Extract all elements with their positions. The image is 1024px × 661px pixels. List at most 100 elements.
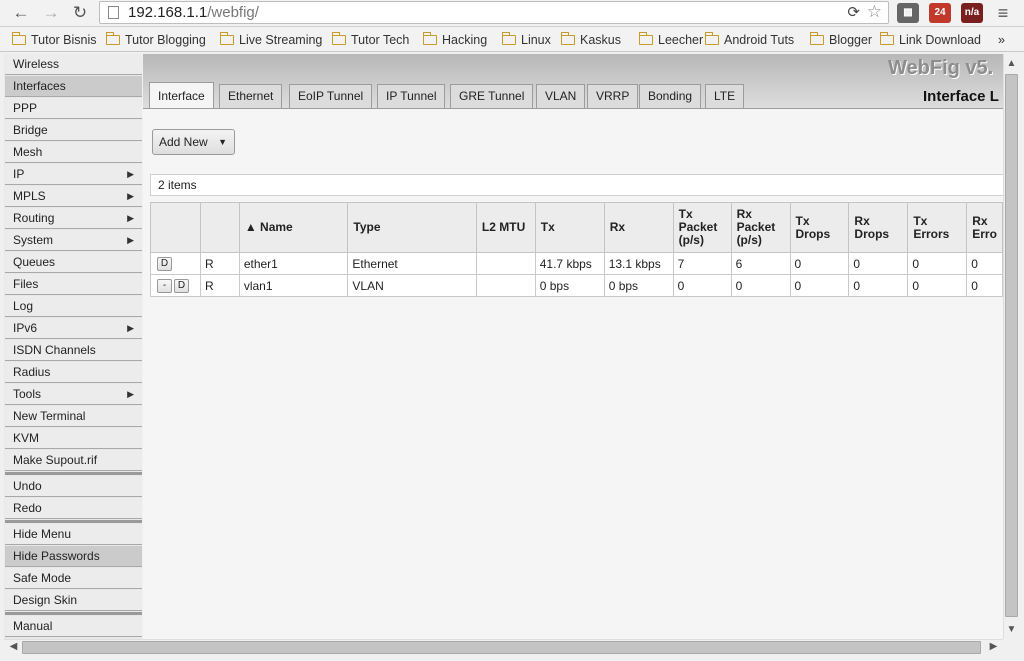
sidebar-item-mesh[interactable]: Mesh (5, 142, 142, 163)
column-header[interactable]: L2 MTU (475, 202, 536, 253)
column-header[interactable]: Tx (534, 202, 605, 253)
horizontal-scroll-thumb[interactable] (22, 641, 981, 654)
tab-ethernet[interactable]: Ethernet (219, 84, 283, 108)
table-row[interactable]: - D Rvlan1 VLAN 0 bps 0 bps 0 0 0 0 0 0 (150, 274, 1003, 297)
tab-vlan[interactable]: VLAN (536, 84, 586, 108)
column-header[interactable]: Tx Errors (907, 202, 968, 253)
scroll-down-icon[interactable]: ▼ (1003, 624, 1020, 635)
sidebar-item-label: Routing (13, 211, 55, 225)
extension-icon[interactable]: ▩ (897, 3, 919, 23)
sidebar-item-mpls[interactable]: MPLS ▶ (5, 186, 142, 207)
bookmark-star-icon[interactable]: ☆ (867, 1, 882, 22)
folder-icon (331, 32, 346, 45)
column-header[interactable]: Tx Packet (p/s) (672, 202, 732, 253)
scroll-up-icon[interactable]: ▲ (1003, 58, 1020, 69)
bookmark-label: Leecher (658, 33, 704, 47)
cell-name: vlan1 (238, 274, 349, 297)
column-header[interactable]: Type (347, 202, 477, 253)
menu-separator (5, 472, 142, 475)
sidebar-item-bridge[interactable]: Bridge (5, 120, 142, 141)
gmail-extension-icon[interactable]: 24 (929, 3, 951, 23)
column-header[interactable]: Rx Erro (966, 202, 1003, 253)
cell-name: ether1 (238, 252, 349, 275)
sidebar-item-label: ISDN Channels (13, 343, 96, 357)
tab-ip-tunnel[interactable]: IP Tunnel (377, 84, 446, 108)
sidebar-item-interfaces[interactable]: Interfaces (5, 76, 142, 97)
cell-l2mtu (475, 274, 536, 297)
address-bar[interactable]: 192.168.1.1/webfig/ ⟳ ☆ (99, 1, 889, 24)
bookmark-label: Tutor Bisnis (31, 33, 97, 47)
sidebar-item-isdn-channels[interactable]: ISDN Channels (5, 340, 142, 361)
sidebar-item-ip[interactable]: IP ▶ (5, 164, 142, 185)
scroll-left-icon[interactable]: ◀ (5, 641, 22, 652)
bookmark-item[interactable]: Kaskus (560, 31, 621, 49)
sidebar-item-routing[interactable]: Routing ▶ (5, 208, 142, 229)
sidebar-item-files[interactable]: Files (5, 274, 142, 295)
sidebar-item-redo[interactable]: Redo (5, 498, 142, 519)
tab-lte[interactable]: LTE (705, 84, 745, 108)
sync-icon[interactable]: ⟳ (847, 2, 860, 23)
sidebar-item-manual[interactable]: Manual (5, 616, 142, 637)
add-new-label: Add New (159, 135, 208, 149)
bookmark-label: Tutor Tech (351, 33, 410, 47)
menu-icon[interactable]: ≡ (992, 2, 1014, 24)
column-header[interactable]: Rx Drops (848, 202, 909, 253)
tab-eoip-tunnel[interactable]: EoIP Tunnel (289, 84, 373, 108)
sidebar-item-hide-menu[interactable]: Hide Menu (5, 524, 142, 545)
sidebar-item-log[interactable]: Log (5, 296, 142, 317)
sidebar-item-system[interactable]: System ▶ (5, 230, 142, 251)
cell-flag: R (199, 274, 240, 297)
bookmark-item[interactable]: Link Download (879, 31, 981, 49)
table-row[interactable]: D Rether1 Ethernet 41.7 kbps 13.1 kbps 7 6 0 0 0 0 (150, 252, 1003, 275)
sidebar-item-undo[interactable]: Undo (5, 476, 142, 497)
column-header[interactable]: ▲ Name (238, 202, 349, 253)
wp-extension-icon[interactable]: n/a (961, 3, 983, 23)
cell-type: VLAN (347, 274, 477, 297)
vertical-scroll-thumb[interactable] (1005, 74, 1018, 617)
reload-icon[interactable]: ↻ (69, 2, 91, 24)
sidebar-item-new-terminal[interactable]: New Terminal (5, 406, 142, 427)
sidebar-item-ipv6[interactable]: IPv6 ▶ (5, 318, 142, 339)
sidebar-menu: Wireless Interfaces PPP Bridge Mesh IP ▶ MPLS ▶ R… (4, 54, 142, 639)
folder-icon (560, 32, 575, 45)
cell-tx: 41.7 kbps (534, 252, 605, 275)
add-new-button[interactable]: Add New ▼ (152, 129, 235, 155)
tab-gre-tunnel[interactable]: GRE Tunnel (450, 84, 534, 108)
sidebar-item-tools[interactable]: Tools ▶ (5, 384, 142, 405)
bookmark-item[interactable]: Blogger (809, 31, 872, 49)
sidebar-item-kvm[interactable]: KVM (5, 428, 142, 449)
bookmark-item[interactable]: Tutor Blogging (105, 31, 206, 49)
bookmark-item[interactable]: Linux (501, 31, 551, 49)
sidebar-item-ppp[interactable]: PPP (5, 98, 142, 119)
remove-button[interactable]: - (157, 278, 172, 293)
column-header[interactable]: Rx (603, 202, 674, 253)
cell-rx-drops: 0 (848, 274, 909, 297)
tab-bonding[interactable]: Bonding (639, 84, 702, 108)
back-arrow-icon[interactable]: ← (10, 2, 32, 24)
scroll-right-icon[interactable]: ▶ (985, 641, 1002, 652)
bookmark-item[interactable]: Tutor Bisnis (11, 31, 97, 49)
sidebar-item-wireless[interactable]: Wireless (5, 54, 142, 75)
sidebar-item-safe-mode[interactable]: Safe Mode (5, 568, 142, 589)
sidebar-item-hide-passwords[interactable]: Hide Passwords (5, 546, 142, 567)
tab-vrrp[interactable]: VRRP (587, 84, 639, 108)
bookmark-label: Tutor Blogging (125, 33, 206, 47)
disable-button[interactable]: D (157, 256, 172, 271)
bookmark-item[interactable]: Leecher (638, 31, 704, 49)
bookmark-item[interactable]: Tutor Tech (331, 31, 410, 49)
sidebar-item-queues[interactable]: Queues (5, 252, 142, 273)
disable-button[interactable]: D (174, 278, 189, 293)
column-header[interactable]: Tx Drops (789, 202, 850, 253)
bookmark-item[interactable]: Hacking (422, 31, 487, 49)
tab-interface[interactable]: Interface (149, 82, 214, 109)
bookmark-item[interactable]: Android Tuts (704, 31, 794, 49)
bookmarks-overflow-icon[interactable]: » (998, 31, 1005, 49)
column-header[interactable]: Rx Packet (p/s) (730, 202, 791, 253)
cell-tx-drops: 0 (789, 274, 850, 297)
sidebar-item-radius[interactable]: Radius (5, 362, 142, 383)
sidebar-item-design-skin[interactable]: Design Skin (5, 590, 142, 611)
forward-arrow-icon[interactable]: → (40, 2, 62, 24)
sidebar-item-make-supout-rif[interactable]: Make Supout.rif (5, 450, 142, 471)
bookmark-item[interactable]: Live Streaming (219, 31, 322, 49)
folder-icon (704, 32, 719, 45)
